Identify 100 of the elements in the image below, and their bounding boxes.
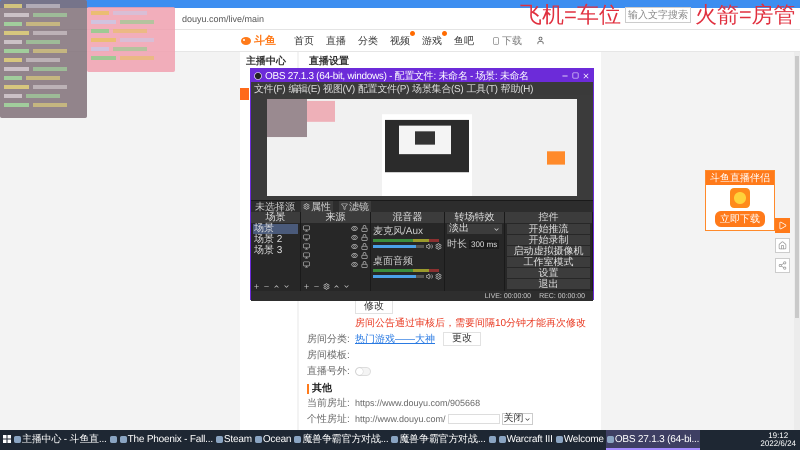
room-url: https://www.douyu.com/905668	[355, 398, 480, 408]
app-icon	[14, 436, 21, 442]
edit-button[interactable]: 修改	[355, 300, 393, 314]
app-icon	[730, 188, 750, 208]
speaker-icon[interactable]	[426, 243, 433, 250]
control-button[interactable]: 启动虚拟摄像机	[507, 246, 590, 256]
taskbar-item[interactable]: 魔兽争霸官方对战...	[390, 430, 487, 450]
down-icon[interactable]	[343, 283, 350, 290]
input-field[interactable]	[448, 414, 500, 424]
search-field[interactable]: 输入文字搜索	[624, 7, 691, 23]
remove-icon[interactable]	[313, 283, 320, 290]
duration-field[interactable]: 300 ms	[469, 240, 500, 248]
promo-title: 斗鱼直播伴侣	[706, 171, 774, 185]
download-link[interactable]: 下载	[492, 34, 522, 48]
control-button[interactable]: 开始录制	[507, 235, 590, 245]
scene-item[interactable]: 场景 2	[253, 235, 298, 245]
menu-item[interactable]: 编辑(E)	[288, 82, 320, 96]
taskbar-item[interactable]: 主播中心 - 斗鱼直...	[13, 430, 108, 450]
clock-date: 2022/6/24	[760, 440, 796, 448]
control-button[interactable]: 设置	[507, 268, 590, 278]
share-icon	[778, 261, 787, 270]
menu-item[interactable]: 工具(T)	[466, 82, 498, 96]
maximize-icon[interactable]	[572, 72, 579, 79]
menu-item[interactable]: 视图(V)	[323, 82, 355, 96]
eye-icon[interactable]	[351, 234, 358, 240]
sidebar-title: 主播中心	[245, 54, 287, 68]
nav-link[interactable]: 直播	[326, 34, 346, 48]
audio-meter-drawing	[373, 269, 439, 272]
add-icon[interactable]	[253, 283, 260, 290]
field-label: 房间模板:	[307, 348, 351, 362]
nav-link[interactable]: 游戏	[422, 34, 442, 48]
speaker-icon[interactable]	[426, 273, 433, 280]
lock-icon[interactable]	[361, 242, 368, 250]
down-icon[interactable]	[283, 283, 290, 290]
up-icon[interactable]	[333, 283, 340, 290]
home-icon	[778, 241, 787, 250]
scene-item[interactable]: 场景	[253, 224, 298, 234]
settings-icon[interactable]	[323, 283, 330, 290]
app-icon	[556, 436, 563, 442]
taskbar-item[interactable]: Steam	[214, 430, 253, 450]
source-type-icon	[303, 224, 310, 232]
field-label: 个性房址:	[307, 412, 351, 426]
eye-icon[interactable]	[351, 224, 358, 232]
nav-link[interactable]: 鱼吧	[454, 34, 474, 48]
avatar-icon[interactable]	[536, 36, 545, 45]
filters-button[interactable]: 滤镜	[339, 201, 371, 212]
menu-item[interactable]: 文件(F)	[254, 82, 286, 96]
window-title: OBS 27.1.3 (64-bit, windows) - 配置文件: 未命名 - 场景: 未命名	[265, 70, 530, 82]
add-icon[interactable]	[303, 283, 310, 290]
eye-icon[interactable]	[351, 242, 358, 250]
nav-link[interactable]: 视频	[390, 34, 410, 48]
clock-time: 19:12	[767, 432, 790, 440]
nav-link[interactable]: 分类	[358, 34, 378, 48]
source-type-icon	[303, 234, 310, 240]
taskbar-item[interactable]: OBS 27.1.3 (64-bi...	[606, 430, 700, 450]
settings-icon[interactable]	[435, 273, 442, 280]
taskbar-item[interactable]: 魔兽争霸官方对战...	[293, 430, 390, 450]
lock-icon[interactable]	[361, 224, 368, 232]
play-icon	[778, 221, 787, 230]
lock-icon[interactable]	[361, 260, 368, 268]
taskbar-item[interactable]: Warcraft III	[498, 430, 554, 450]
app-icon	[216, 436, 223, 442]
source-type-icon	[303, 252, 310, 258]
logo-text: 斗鱼	[254, 34, 276, 48]
caret-icon	[493, 226, 500, 232]
scene-item[interactable]: 场景 3	[253, 246, 298, 256]
field-label: 直播号外:	[307, 364, 351, 378]
control-button[interactable]: 开始推流	[507, 224, 590, 234]
eye-icon[interactable]	[351, 260, 358, 268]
lock-icon[interactable]	[361, 252, 368, 258]
app-icon	[606, 436, 614, 442]
lock-icon[interactable]	[361, 234, 368, 240]
transition-select[interactable]: 淡出	[447, 224, 502, 234]
control-button[interactable]: 工作室模式	[507, 257, 590, 267]
category-link[interactable]: 热门游戏——大神	[355, 332, 435, 346]
dock-title: 转场特效	[445, 212, 504, 223]
nav-link[interactable]: 首页	[294, 34, 314, 48]
settings-icon[interactable]	[435, 243, 442, 250]
taskbar-item[interactable]: Welcome	[554, 430, 605, 450]
properties-button[interactable]: 属性	[301, 201, 333, 212]
menu-item[interactable]: 帮助(H)	[500, 82, 534, 96]
toggle-switch[interactable]	[355, 366, 371, 376]
url-prefix: http://www.douyu.com/	[355, 414, 446, 424]
share-button[interactable]	[775, 258, 790, 273]
eye-icon[interactable]	[351, 252, 358, 258]
app-logo-icon	[254, 72, 262, 80]
up-icon[interactable]	[273, 283, 280, 290]
menu-item[interactable]: 场景集合(S)	[412, 82, 464, 96]
taskbar-item[interactable]: Ocean	[254, 430, 292, 450]
play-button[interactable]	[775, 218, 790, 233]
field-label: 房间分类:	[307, 332, 351, 346]
taskbar-item[interactable]: The Phoenix - Fall...	[118, 430, 214, 450]
close-icon[interactable]	[582, 72, 590, 80]
status-select[interactable]: 关闭	[502, 413, 533, 425]
home-button[interactable]	[775, 238, 790, 253]
remove-icon[interactable]	[263, 283, 270, 290]
change-button[interactable]: 更改	[443, 332, 481, 346]
dock-title: 来源	[301, 212, 370, 223]
control-button[interactable]: 退出	[507, 279, 590, 289]
menu-item[interactable]: 配置文件(P)	[358, 82, 410, 96]
